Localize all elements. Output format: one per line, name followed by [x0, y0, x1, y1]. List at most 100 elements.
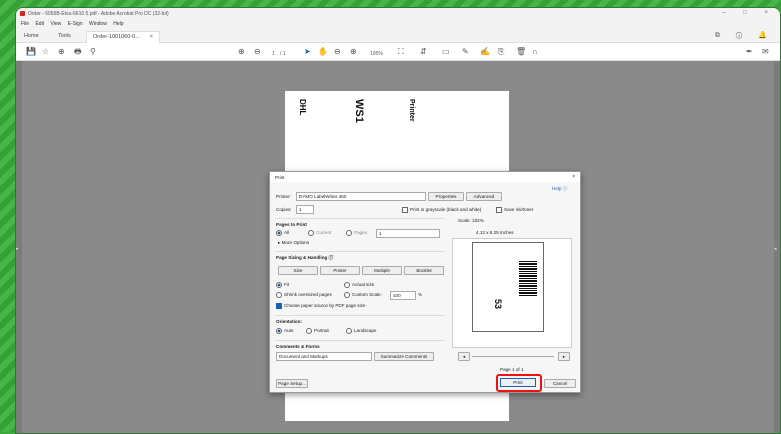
save-ink-label: Save ink/toner — [504, 207, 534, 213]
sign-icon[interactable]: ✍ — [480, 46, 490, 57]
custom-scale-input[interactable]: 100 — [390, 291, 416, 300]
menu-view[interactable]: View — [50, 21, 61, 27]
printer-label: Printer: — [276, 194, 291, 199]
acrobat-window: Order - 6056B-Etsu-6610 5.pdf - Adobe Ac… — [15, 7, 781, 434]
more-options-toggle[interactable]: ▸ More Options — [278, 240, 309, 246]
pages-range-input[interactable]: 1 — [376, 229, 440, 238]
printer-select[interactable]: DYMO LabelWriter 450 — [296, 192, 426, 201]
menu-window[interactable]: Window — [89, 21, 107, 27]
select-tool-icon[interactable]: ➤ — [304, 46, 311, 57]
auto-orientation-radio[interactable]: Auto — [276, 328, 293, 334]
toolbar: 💾 ☆ ⊕ 🖶 ⚲ ⊕ ⊖ 1 / 1 ➤ ✋ ⊖ ⊕ 105% ⛶ ⇵ ▭ ✎… — [16, 43, 780, 61]
zoom-in-icon[interactable]: ⊕ — [350, 46, 357, 57]
grayscale-checkbox[interactable]: Print in grayscale (black and white) — [402, 207, 481, 213]
save-ink-check-icon — [496, 207, 502, 213]
custom-radio-icon — [344, 292, 350, 298]
properties-button[interactable]: Properties — [428, 192, 464, 201]
dialog-title-bar: Print × — [270, 172, 580, 182]
sign-tool-icon[interactable]: ✒ — [746, 46, 753, 57]
portrait-radio[interactable]: Portrait — [306, 328, 329, 334]
prev-page-icon[interactable]: ⊕ — [238, 46, 245, 57]
zoom-level[interactable]: 105% — [370, 49, 383, 60]
landscape-radio[interactable]: Landscape — [346, 328, 376, 334]
menu-help[interactable]: Help — [113, 21, 123, 27]
save-ink-checkbox[interactable]: Save ink/toner — [496, 207, 533, 213]
copies-label: Copies: — [276, 207, 292, 212]
paper-source-checkbox[interactable]: Choose paper source by PDF page size — [276, 303, 365, 309]
all-pages-radio[interactable]: All — [276, 230, 289, 236]
tab-tools[interactable]: Tools — [52, 31, 77, 42]
left-panel-handle[interactable]: ▸ — [16, 61, 22, 433]
bookmark-icon[interactable]: ☆ — [42, 46, 49, 57]
window-title: Order - 6056B-Etsu-6610 5.pdf - Adobe Ac… — [28, 11, 169, 17]
divider — [275, 218, 445, 219]
sizing-tab-booklet[interactable]: Booklet — [404, 266, 444, 275]
comments-select[interactable]: Document and Markups — [276, 352, 372, 361]
share-icon[interactable]: ⊕ — [58, 46, 65, 57]
comment-icon[interactable]: ▭ — [442, 46, 450, 57]
delete-icon[interactable]: 🗑 — [516, 46, 526, 57]
orientation-heading: Orientation: — [276, 319, 303, 324]
preview-slider[interactable] — [472, 356, 554, 357]
next-page-icon[interactable]: ⊖ — [254, 46, 261, 57]
paper-source-label: Choose paper source by PDF page size — [284, 303, 366, 309]
save-icon[interactable]: 💾 — [26, 46, 36, 57]
fit-radio[interactable]: Fit — [276, 282, 289, 288]
label-code: WS1 — [353, 99, 365, 123]
page-number-input[interactable]: 1 — [272, 49, 275, 60]
pages-radio[interactable]: Pages — [346, 230, 367, 236]
shrink-radio[interactable]: Shrink oversized pages — [276, 292, 332, 298]
custom-label: Custom Scale: — [352, 292, 382, 298]
fit-page-icon[interactable]: ⛶ — [398, 46, 404, 57]
preview-big-number: 53 — [493, 299, 503, 310]
current-radio-icon — [308, 230, 314, 236]
sizing-tab-multiple[interactable]: Multiple — [362, 266, 402, 275]
menu-esign[interactable]: E-Sign — [68, 21, 83, 27]
account-icons[interactable]: ⧉ ⓘ 🔔 — [715, 31, 774, 40]
page-total: / 1 — [280, 51, 286, 57]
custom-scale-radio[interactable]: Custom Scale: — [344, 292, 382, 298]
menu-file[interactable]: File — [21, 21, 29, 27]
preview-next-button[interactable]: ▸ — [558, 352, 570, 361]
cancel-button[interactable]: Cancel — [544, 379, 576, 388]
paper-source-check-icon — [276, 303, 282, 309]
page-setup-button[interactable]: Page Setup... — [276, 379, 308, 388]
current-page-radio[interactable]: Current — [308, 230, 331, 236]
copies-input[interactable]: 1 — [296, 205, 314, 214]
menu-edit[interactable]: Edit — [35, 21, 44, 27]
tab-close-icon[interactable]: × — [150, 34, 153, 40]
hand-tool-icon[interactable]: ✋ — [318, 46, 328, 57]
zoom-out-icon[interactable]: ⊖ — [334, 46, 341, 57]
right-panel-handle[interactable]: ◂ — [774, 61, 780, 433]
document-viewer[interactable]: ▸ ◂ DHL WS1 Printer 53 1408872-2568635 3… — [16, 61, 780, 433]
grayscale-check-icon — [402, 207, 408, 213]
sizing-tab-poster[interactable]: Poster — [320, 266, 360, 275]
all-label: All — [284, 230, 290, 236]
actual-size-radio[interactable]: Actual size — [344, 282, 374, 288]
advanced-button[interactable]: Advanced — [466, 192, 502, 201]
preview-barcode — [519, 261, 537, 296]
comments-heading: Comments & Forms — [276, 344, 320, 349]
highlight-icon[interactable]: ✎ — [462, 46, 469, 57]
acrobat-icon — [20, 11, 25, 16]
scroll-mode-icon[interactable]: ⇵ — [420, 46, 427, 57]
attach-icon[interactable]: ∩ — [532, 46, 538, 57]
mail-icon[interactable]: ✉ — [762, 46, 769, 57]
preview-prev-button[interactable]: ◂ — [458, 352, 470, 361]
dialog-close-icon[interactable]: × — [572, 174, 575, 180]
print-button[interactable]: Print — [500, 378, 536, 387]
portrait-label: Portrait — [314, 328, 329, 334]
tab-document[interactable]: Order-1001060-0... × — [86, 31, 160, 43]
print-icon[interactable]: 🖶 — [74, 46, 82, 57]
sizing-heading: Page Sizing & Handling ⓘ — [276, 255, 334, 260]
sizing-tab-size[interactable]: Size — [278, 266, 318, 275]
all-radio-icon — [276, 230, 282, 236]
window-controls[interactable]: – □ × — [722, 10, 776, 16]
stamp-icon[interactable]: ⎘ — [498, 46, 504, 57]
expand-right-icon: ◂ — [774, 246, 777, 252]
help-link[interactable]: Help ⓘ — [552, 186, 567, 192]
page-size-label: 4.12 x 6.25 Inches — [476, 230, 514, 235]
summarize-comments-button[interactable]: Summarize Comments — [374, 352, 434, 361]
search-icon[interactable]: ⚲ — [90, 46, 96, 57]
tab-home[interactable]: Home — [18, 31, 45, 42]
